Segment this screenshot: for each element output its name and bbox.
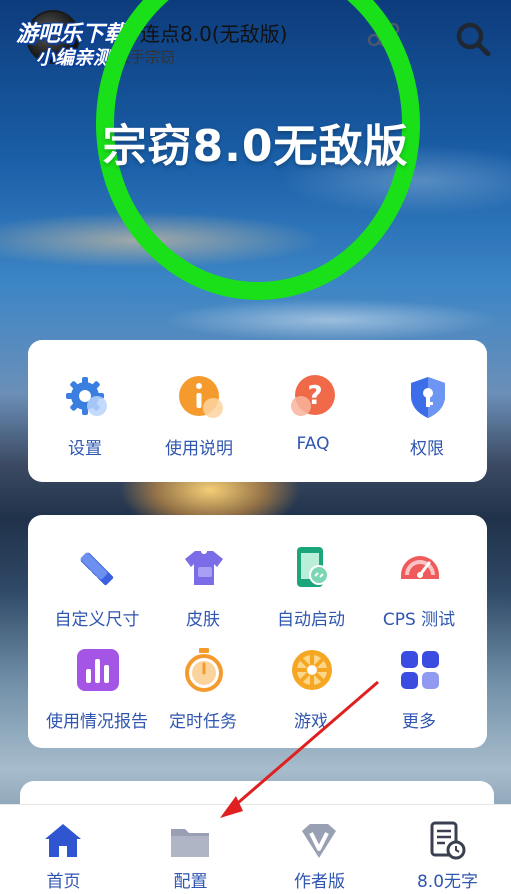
watermark-line2: 小编亲测 <box>36 47 113 69</box>
nav-config[interactable]: 配置 <box>127 805 254 894</box>
bar-chart-icon <box>75 647 121 693</box>
custom-size-button[interactable]: 自定义尺寸 <box>40 545 154 645</box>
features-card: 自定义尺寸 皮肤 自动启动 CPS 测试 使用情况报告 定时任务 游戏 更多 <box>28 515 487 748</box>
scheduled-task-label: 定时任务 <box>169 712 237 732</box>
speedometer-icon <box>397 545 443 591</box>
tshirt-icon <box>181 545 227 591</box>
nav-8-no-text[interactable]: 8.0无字 <box>384 805 511 894</box>
stopwatch-icon <box>181 647 227 693</box>
search-icon[interactable] <box>452 18 494 60</box>
settings-label: 设置 <box>68 439 102 459</box>
faq-button[interactable]: ? FAQ <box>256 374 370 474</box>
faq-label: FAQ <box>296 434 330 454</box>
cps-test-button[interactable]: CPS 测试 <box>362 545 476 645</box>
gear-icon <box>63 374 109 420</box>
bottom-navigation: 首页 配置 作者版 8.0无字 <box>0 804 511 894</box>
home-icon <box>42 821 84 861</box>
wheel-icon <box>289 647 335 693</box>
nav-config-label: 配置 <box>173 872 208 892</box>
document-clock-icon <box>426 821 468 861</box>
instructions-label: 使用说明 <box>165 439 233 459</box>
auto-start-button[interactable]: 自动启动 <box>254 545 368 645</box>
nav-8-no-text-label: 8.0无字 <box>416 872 479 892</box>
more-label: 更多 <box>402 712 436 732</box>
cps-test-label: CPS 测试 <box>382 610 456 630</box>
usage-report-button[interactable]: 使用情况报告 <box>40 647 154 747</box>
instructions-button[interactable]: 使用说明 <box>142 374 256 474</box>
settings-card: 设置 使用说明 ? FAQ 权限 <box>28 340 487 482</box>
scheduled-task-button[interactable]: 定时任务 <box>146 647 260 747</box>
custom-size-label: 自定义尺寸 <box>54 610 140 630</box>
game-label: 游戏 <box>294 712 328 732</box>
nav-author[interactable]: 作者版 <box>256 805 383 894</box>
skin-button[interactable]: 皮肤 <box>146 545 260 645</box>
more-button[interactable]: 更多 <box>362 647 476 747</box>
ruler-pencil-icon <box>75 545 121 591</box>
v-diamond-icon <box>298 821 340 861</box>
settings-button[interactable]: 设置 <box>28 374 142 474</box>
auto-start-label: 自动启动 <box>277 610 345 630</box>
permissions-label: 权限 <box>410 439 444 459</box>
usage-report-label: 使用情况报告 <box>46 712 148 732</box>
nav-home-label: 首页 <box>46 872 81 892</box>
permissions-button[interactable]: 权限 <box>370 374 484 474</box>
grid-icon <box>397 647 443 693</box>
nav-author-label: 作者版 <box>294 872 345 892</box>
skin-label: 皮肤 <box>186 610 220 630</box>
shield-key-icon <box>405 374 451 420</box>
game-button[interactable]: 游戏 <box>254 647 368 747</box>
hero-title: 宗窃8.0无敌版 <box>102 121 409 172</box>
question-icon: ? <box>291 374 337 420</box>
phone-link-icon <box>289 545 335 591</box>
info-icon <box>177 374 223 420</box>
nav-home[interactable]: 首页 <box>0 805 127 894</box>
folder-icon <box>169 821 211 861</box>
